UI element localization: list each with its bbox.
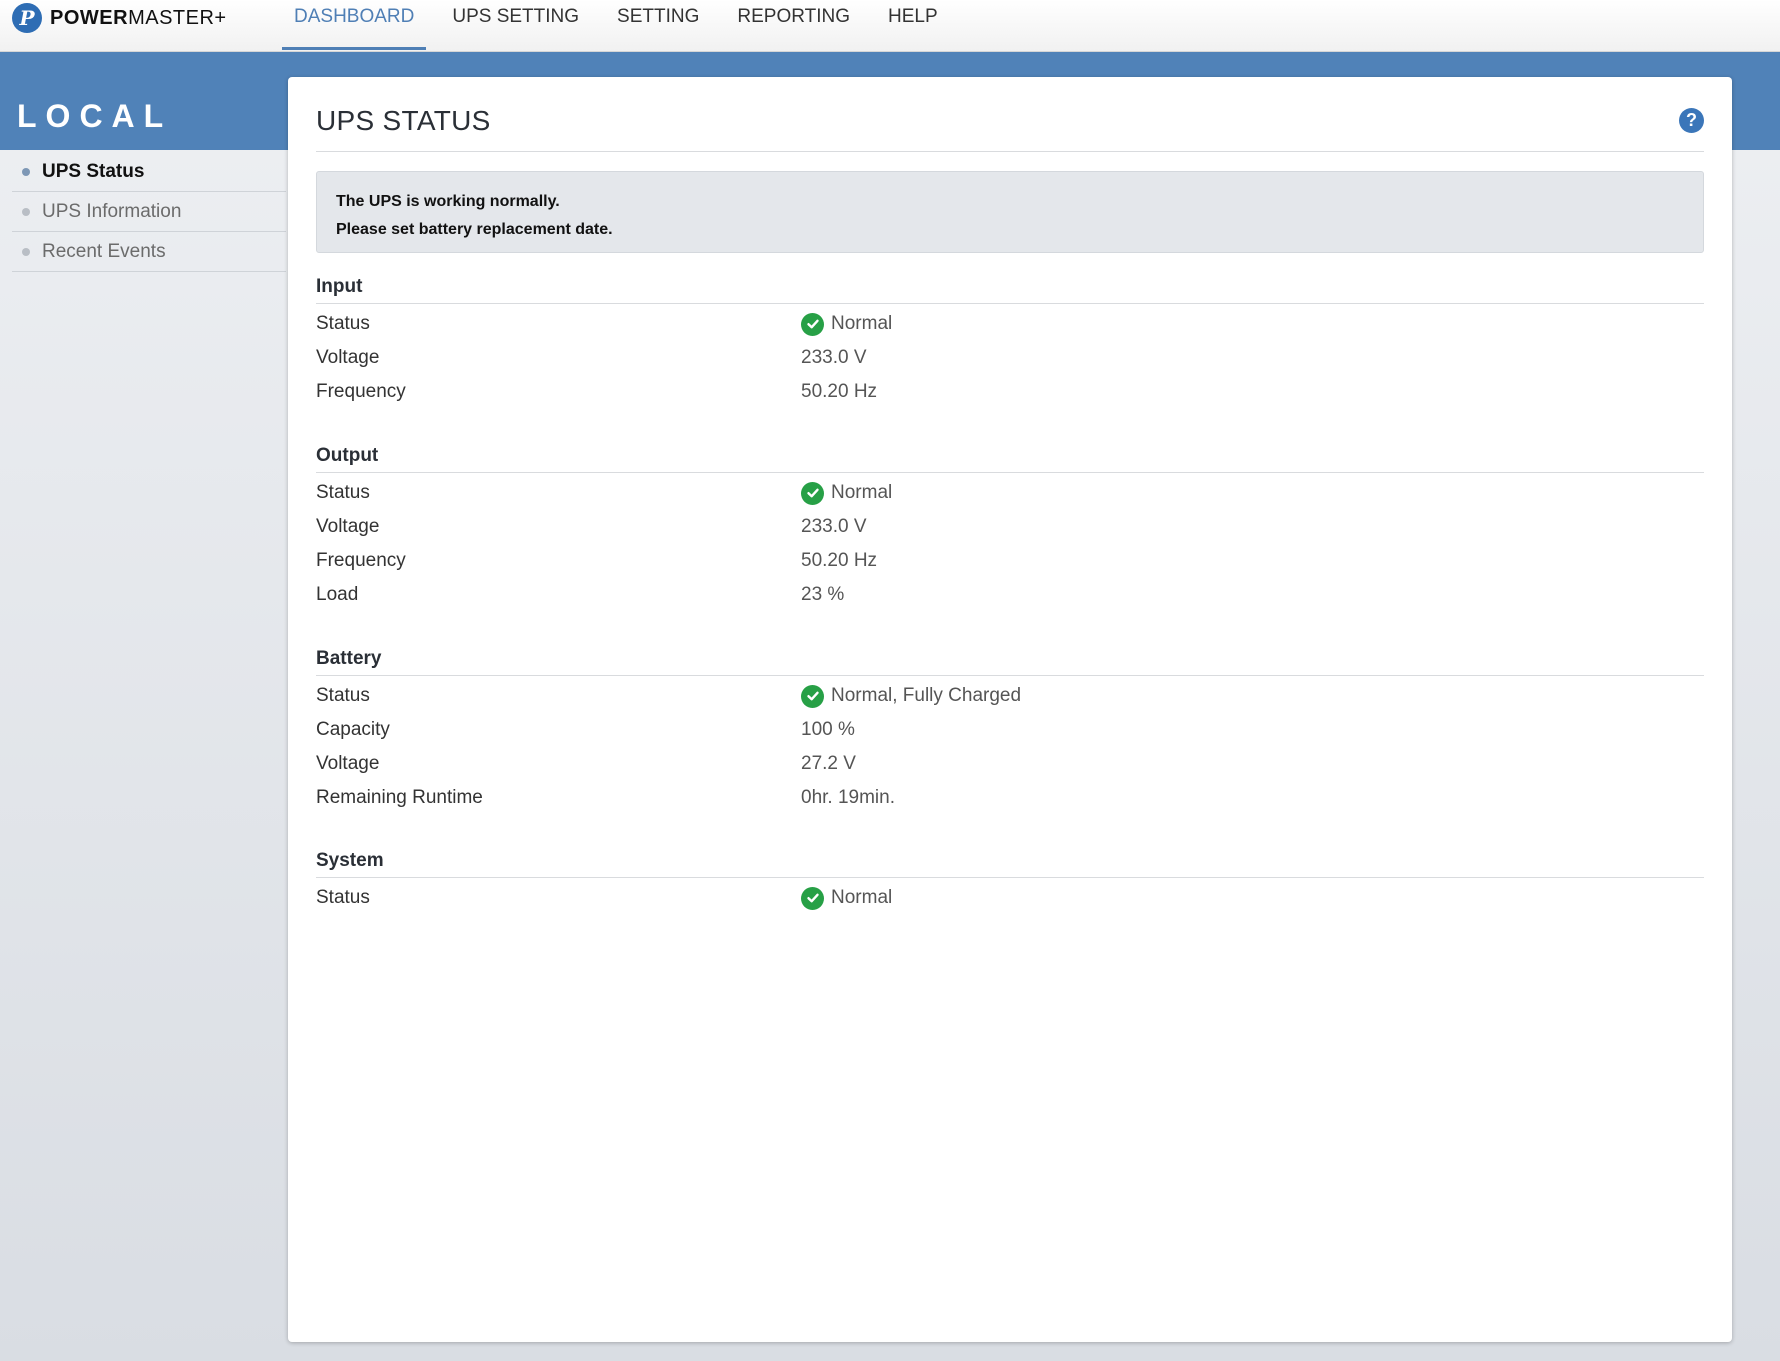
table-row: Capacity 100 % [316, 713, 1704, 747]
row-label: Frequency [316, 381, 406, 402]
main-panel: UPS STATUS ? The UPS is working normally… [288, 77, 1732, 1342]
sidebar-item-label: UPS Information [42, 200, 182, 222]
status-notice: The UPS is working normally. Please set … [316, 171, 1704, 253]
notice-line: The UPS is working normally. [336, 193, 560, 210]
sidebar-title: LOCAL [17, 98, 173, 134]
brand-name: POWERMASTER+ [50, 6, 227, 29]
table-row: Frequency 50.20 Hz [316, 375, 1704, 409]
top-bar: P POWERMASTER+ DASHBOARD UPS SETTING SET… [0, 0, 1780, 52]
sidebar-item-recent-events[interactable]: Recent Events [12, 232, 286, 272]
row-value: 27.2 V [801, 753, 856, 774]
row-value: 50.20 Hz [801, 550, 878, 571]
nav-ups-setting[interactable]: UPS SETTING [440, 0, 591, 50]
title-divider [316, 151, 1704, 152]
check-icon [801, 481, 824, 505]
table-row: Frequency 50.20 Hz [316, 544, 1704, 578]
section-output: Output Status Normal Voltage 233.0 V Fre… [316, 439, 1704, 612]
table-row: Load 23 % [316, 578, 1704, 612]
row-value: Normal, Fully Charged [801, 684, 1021, 708]
row-label: Status [316, 887, 370, 908]
status-row: Status Normal [316, 881, 1704, 915]
section-title: System [316, 844, 1704, 878]
sidebar-item-label: Recent Events [42, 240, 166, 262]
section-battery: Battery Status Normal, Fully Charged Cap… [316, 642, 1704, 815]
bullet-icon [22, 247, 30, 256]
section-input: Input Status Normal Voltage 233.0 V Freq… [316, 270, 1704, 409]
sidebar-item-ups-status[interactable]: UPS Status [12, 152, 286, 192]
nav-dashboard[interactable]: DASHBOARD [282, 0, 427, 50]
check-icon [801, 312, 824, 336]
table-row: Voltage 27.2 V [316, 747, 1704, 781]
main-nav: DASHBOARD UPS SETTING SETTING REPORTING … [282, 0, 964, 50]
row-label: Capacity [316, 719, 390, 740]
check-icon [801, 886, 824, 910]
row-value: Normal [801, 312, 892, 336]
row-value: 23 % [801, 584, 845, 605]
table-row: Voltage 233.0 V [316, 341, 1704, 375]
row-label: Status [316, 482, 370, 503]
status-row: Status Normal [316, 476, 1704, 510]
status-row: Status Normal [316, 307, 1704, 341]
table-row: Remaining Runtime 0hr. 19min. [316, 781, 1704, 815]
bullet-icon [22, 207, 30, 216]
row-label: Load [316, 584, 359, 605]
section-title: Input [316, 270, 1704, 304]
sidebar: UPS Status UPS Information Recent Events [12, 152, 286, 272]
nav-setting[interactable]: SETTING [605, 0, 711, 50]
check-icon [801, 684, 824, 708]
status-row: Status Normal, Fully Charged [316, 679, 1704, 713]
brand-logo[interactable]: P POWERMASTER+ [12, 3, 227, 33]
row-label: Voltage [316, 516, 380, 537]
row-label: Frequency [316, 550, 406, 571]
table-row: Voltage 233.0 V [316, 510, 1704, 544]
sidebar-item-ups-information[interactable]: UPS Information [12, 192, 286, 232]
help-icon[interactable]: ? [1679, 108, 1704, 133]
sidebar-item-label: UPS Status [42, 160, 145, 182]
row-value: 100 % [801, 719, 855, 740]
row-value: Normal [801, 481, 892, 505]
nav-help[interactable]: HELP [876, 0, 950, 50]
section-title: Output [316, 439, 1704, 473]
notice-line: Please set battery replacement date. [336, 221, 613, 238]
section-system: System Status Normal [316, 844, 1704, 915]
row-value: Normal [801, 886, 892, 910]
row-value: 233.0 V [801, 347, 867, 368]
row-value: 233.0 V [801, 516, 867, 537]
row-label: Remaining Runtime [316, 787, 483, 808]
page-title: UPS STATUS [316, 105, 491, 136]
row-label: Voltage [316, 347, 380, 368]
row-value: 0hr. 19min. [801, 787, 895, 808]
row-value: 50.20 Hz [801, 381, 878, 402]
row-label: Status [316, 313, 370, 334]
section-title: Battery [316, 642, 1704, 676]
powermaster-logo-icon: P [12, 3, 42, 33]
row-label: Status [316, 685, 370, 706]
row-label: Voltage [316, 753, 380, 774]
nav-reporting[interactable]: REPORTING [725, 0, 862, 50]
bullet-icon [22, 167, 30, 176]
